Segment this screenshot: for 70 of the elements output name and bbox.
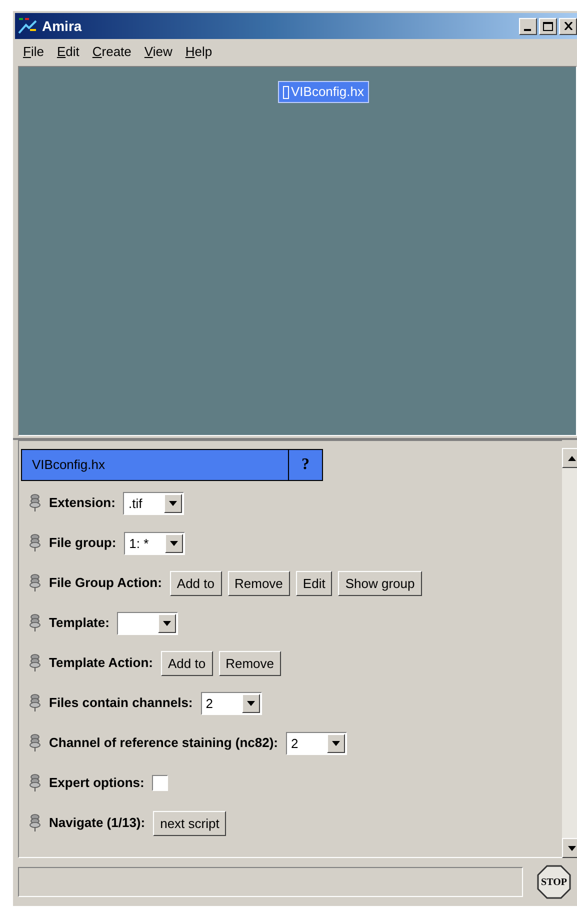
port-button[interactable]: next script — [153, 810, 226, 836]
dropdown-arrow-button[interactable] — [164, 494, 182, 512]
port-label: File group: — [49, 534, 116, 552]
dropdown-arrow-icon — [170, 540, 178, 546]
module-title: VIBconfig.hx — [32, 456, 105, 474]
pin-icon[interactable] — [29, 574, 41, 592]
module-title-bar[interactable]: VIBconfig.hx — [21, 449, 289, 481]
pin-icon[interactable] — [29, 774, 41, 792]
dropdown-value: .tif — [127, 496, 144, 510]
pin-icon[interactable] — [29, 814, 41, 832]
dropdown-arrow-icon — [332, 740, 340, 746]
minimize-icon — [524, 28, 532, 30]
pin-icon[interactable] — [29, 494, 41, 512]
port-label: Template: — [49, 614, 110, 632]
port-label: Template Action: — [49, 654, 154, 672]
help-button[interactable]: ? — [289, 449, 323, 481]
dropdown-arrow-icon — [163, 620, 172, 626]
port-label: Files contain channels: — [49, 694, 193, 712]
checkbox[interactable] — [152, 775, 168, 791]
down-arrow-icon — [568, 846, 576, 850]
port-button[interactable]: Show group — [338, 570, 422, 596]
dropdown-arrow-button[interactable] — [165, 534, 184, 552]
dropdown-arrow-button[interactable] — [158, 614, 176, 632]
app-logo-icon — [18, 17, 38, 35]
pin-icon[interactable] — [29, 654, 41, 672]
dropdown-arrow-icon — [169, 500, 178, 506]
port-label: Channel of reference staining (nc82): — [49, 734, 278, 752]
dropdown-value: 2 — [204, 696, 214, 710]
dropdown-arrow-button[interactable] — [327, 734, 345, 752]
pin-icon[interactable] — [29, 534, 41, 552]
up-arrow-icon — [568, 456, 576, 460]
stop-button[interactable]: STOP — [535, 863, 573, 901]
port-button[interactable]: Remove — [228, 570, 290, 596]
port-button[interactable]: Remove — [218, 650, 282, 676]
dropdown[interactable]: .tif — [123, 492, 184, 514]
pin-icon[interactable] — [29, 614, 41, 632]
port-label: Navigate (1/13): — [49, 814, 146, 832]
menu-item[interactable]: Create — [92, 42, 132, 62]
window-title: Amira — [42, 16, 83, 36]
dropdown[interactable]: 1: * — [124, 532, 186, 554]
scroll-up-button[interactable] — [562, 448, 577, 468]
port-label: Extension: — [49, 494, 116, 512]
object-label: VIBconfig.hx — [291, 83, 364, 102]
port-label: Expert options: — [49, 774, 144, 792]
menu-item[interactable]: Edit — [56, 42, 80, 62]
port-button[interactable]: Add to — [170, 570, 222, 596]
dropdown[interactable]: 2 — [286, 732, 347, 754]
menu-item[interactable]: Help — [185, 42, 212, 62]
dropdown[interactable]: 2 — [200, 692, 262, 714]
port-label: File Group Action: — [49, 574, 162, 592]
pin-icon[interactable] — [29, 734, 41, 752]
object-node[interactable]: VIBconfig.hx — [278, 81, 369, 103]
dropdown[interactable] — [117, 612, 178, 634]
minimize-button[interactable] — [519, 18, 537, 34]
close-icon — [564, 22, 572, 30]
port-button[interactable]: Edit — [296, 570, 332, 596]
scrollbar[interactable] — [562, 448, 577, 858]
pin-icon[interactable] — [29, 694, 41, 712]
dropdown-value: 2 — [290, 736, 300, 750]
menu-item[interactable]: File — [23, 42, 44, 62]
scroll-down-button[interactable] — [562, 838, 577, 858]
maximize-button[interactable] — [539, 18, 557, 34]
port-button[interactable]: Add to — [161, 650, 213, 676]
dropdown-value: 1: * — [128, 536, 150, 550]
close-button[interactable] — [559, 18, 577, 34]
maximize-icon — [543, 22, 553, 30]
dropdown-arrow-icon — [246, 700, 255, 706]
node-icon — [283, 86, 289, 98]
dropdown-arrow-button[interactable] — [242, 694, 260, 712]
menu-item[interactable]: View — [144, 42, 172, 62]
